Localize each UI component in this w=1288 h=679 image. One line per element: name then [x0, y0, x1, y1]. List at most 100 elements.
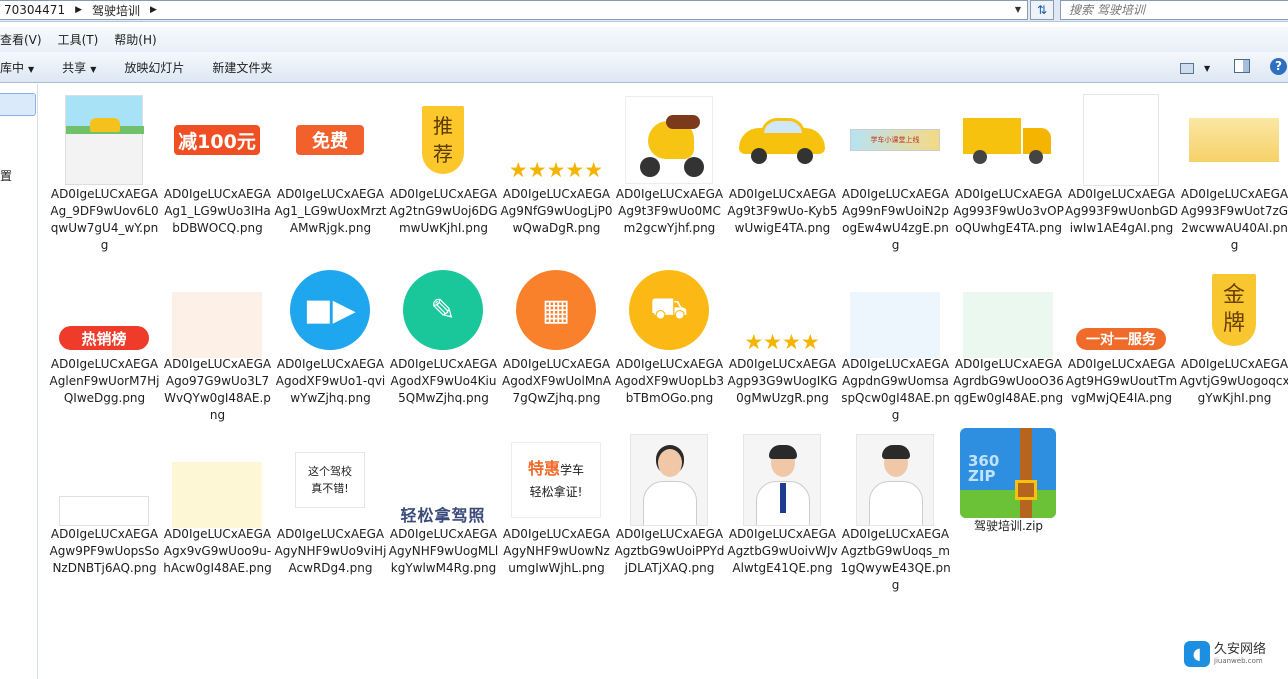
file-thumbnail: 这个驾校 真不错! [282, 432, 378, 528]
file-name: AD0IgeLUCxAEGAAgyNHF9wUogMLlkgYwlwM4Rg.p… [388, 527, 499, 575]
special-offer-image: 特惠学车 轻松拿证! [511, 442, 601, 518]
peach-background-image [172, 292, 262, 358]
file-item[interactable]: 学车小课堂上线 AD0IgeLUCxAEGAAg99nF9wUoiN2pogEw… [839, 84, 952, 254]
menu-help[interactable]: 帮助(H) [106, 31, 164, 48]
hot-sale-banner: 热销榜 [59, 326, 149, 350]
file-thumbnail: 一对一服务 [1073, 262, 1169, 358]
file-item[interactable]: AD0IgeLUCxAEGAAgrdbG9wUooO36qgEw0gI48AE.… [952, 254, 1065, 424]
file-item[interactable]: 360 ZIP 驾驶培训.zip [952, 424, 1065, 594]
file-item[interactable]: 金牌 AD0IgeLUCxAEGAAgvtjG9wUogoqcxgYwKjhI.… [1178, 254, 1288, 424]
file-name: AD0IgeLUCxAEGAAgztbG9wUoivWJvAlwtgE41QE.… [727, 527, 838, 575]
refresh-button[interactable]: ⇅ [1030, 0, 1054, 20]
free-banner: 免费 [296, 125, 364, 155]
file-item[interactable]: AD0IgeLUCxAEGAAgw9PF9wUopsSoNzDNBTj6AQ.p… [48, 424, 161, 594]
file-thumbnail [960, 92, 1056, 188]
change-view-button[interactable]: ▼ [1180, 59, 1216, 77]
breadcrumb-current[interactable]: 驾驶培训 [88, 2, 144, 19]
badge-text: 金 [1222, 283, 1245, 308]
include-in-library-button[interactable]: 库中 ▼ [0, 59, 48, 76]
instructor-photo [630, 434, 708, 526]
file-item[interactable]: 热销榜 AD0IgeLUCxAEGAAglenF9wUorM7HjQIweDgg… [48, 254, 161, 424]
slideshow-button[interactable]: 放映幻灯片 [110, 59, 198, 76]
file-item[interactable]: ■▶ AD0IgeLUCxAEGAAgodXF9wUo1-qviwYwZjhq.… [274, 254, 387, 424]
chevron-down-icon: ▼ [90, 64, 97, 74]
file-item[interactable]: AD0IgeLUCxAEGAAg993F9wUo3vOPoQUwhgE4TA.p… [952, 84, 1065, 254]
cream-background-image [172, 462, 262, 528]
file-thumbnail: 360 ZIP [960, 424, 1056, 520]
file-name: AD0IgeLUCxAEGAAgztbG9wUoqs_m1gQwywE43QE.… [840, 527, 951, 592]
file-name: AD0IgeLUCxAEGAAgvtjG9wUogoqcxgYwKjhI.png [1179, 357, 1288, 405]
file-name: AD0IgeLUCxAEGAAg1_LG9wUoxMrztAMwRjgk.png [274, 187, 387, 235]
file-item[interactable]: AD0IgeLUCxAEGAAgx9vG9wUoo9u-hAcw0gI48AE.… [161, 424, 274, 594]
file-item[interactable]: ▦ AD0IgeLUCxAEGAAgodXF9wUolMnA7gQwZjhq.p… [500, 254, 613, 424]
quote-note-image: 这个驾校 真不错! [295, 452, 365, 508]
view-icon [1180, 62, 1194, 74]
file-item[interactable]: 一对一服务 AD0IgeLUCxAEGAAgt9HG9wUoutTmvgMwjQ… [1065, 254, 1178, 424]
file-item[interactable]: 这个驾校 真不错! AD0IgeLUCxAEGAAgyNHF9wUo9viHjAc… [274, 424, 387, 594]
breadcrumb-arrow-icon[interactable]: ▶ [144, 5, 163, 15]
nav-item-label[interactable]: 置 [0, 167, 12, 184]
file-thumbnail: 特惠学车 轻松拿证! [508, 432, 604, 528]
file-thumbnail [960, 262, 1056, 358]
chevron-down-icon: ▼ [1204, 63, 1211, 73]
file-name: AD0IgeLUCxAEGAAgp93G9wUogIKG0gMwUzgR.png [727, 357, 838, 405]
file-item[interactable]: AD0IgeLUCxAEGAAg9t3F9wUo0MCm2gcwYjhf.png [613, 84, 726, 254]
file-item[interactable]: 减100元 AD0IgeLUCxAEGAAg1_LG9wUo3IHabDBWOC… [161, 84, 274, 254]
gold-plate-image [1189, 118, 1279, 162]
easy-license-text-image: 轻松拿驾照 [400, 506, 486, 525]
new-folder-button[interactable]: 新建文件夹 [198, 59, 286, 76]
breadcrumb-arrow-icon[interactable]: ▶ [69, 5, 88, 15]
file-name: AD0IgeLUCxAEGAAglenF9wUorM7HjQIweDgg.png [49, 357, 160, 405]
file-item[interactable]: ✎ AD0IgeLUCxAEGAAgodXF9wUo4Kiu5QMwZjhq.p… [387, 254, 500, 424]
file-item[interactable]: AD0IgeLUCxAEGAAg993F9wUot7zG2wcwwAU40AI.… [1178, 84, 1288, 254]
address-bar[interactable]: 70304471 ▶ 驾驶培训 ▶ ▼ [0, 0, 1028, 20]
banner-strip-image: 学车小课堂上线 [850, 129, 940, 151]
share-button[interactable]: 共享 ▼ [48, 59, 110, 76]
preview-pane-button[interactable] [1234, 59, 1250, 73]
zip-archive-icon: 360 ZIP [960, 424, 1056, 520]
menu-view[interactable]: 查看(V) [0, 31, 50, 48]
file-thumbnail: ■▶ [282, 262, 378, 358]
badge-text: 荐 [433, 142, 453, 166]
file-item[interactable]: 免费 AD0IgeLUCxAEGAAg1_LG9wUoxMrztAMwRjgk.… [274, 84, 387, 254]
help-icon: ? [1275, 59, 1282, 73]
edit-note-icon: ✎ [403, 270, 483, 350]
command-bar: 库中 ▼ 共享 ▼ 放映幻灯片 新建文件夹 ▼ ? [0, 52, 1288, 83]
file-name: AD0IgeLUCxAEGAAgztbG9wUoiPPYdjDLATjXAQ.p… [614, 527, 725, 575]
file-item[interactable]: AD0IgeLUCxAEGAAg9t3F9wUo-Kyb5wUwigE4TA.p… [726, 84, 839, 254]
file-item[interactable]: AD0IgeLUCxAEGAAg993F9wUonbGDiwIw1AE4gAI.… [1065, 84, 1178, 254]
file-name: AD0IgeLUCxAEGAAgodXF9wUolMnA7gQwZjhq.png [502, 357, 611, 405]
file-item[interactable]: 特惠学车 轻松拿证! AD0IgeLUCxAEGAAgyNHF9wUowNzum… [500, 424, 613, 594]
badge-text: 牌 [1222, 311, 1245, 336]
file-thumbnail: 减100元 [169, 92, 265, 188]
file-item[interactable]: AD0IgeLUCxAEGAAgpdnG9wUomsaspQcw0gI48AE.… [839, 254, 952, 424]
file-name: AD0IgeLUCxAEGAAg993F9wUot7zG2wcwwAU40AI.… [1180, 187, 1288, 252]
file-item[interactable]: ⛟ AD0IgeLUCxAEGAAgodXF9wUopLb3bTBmOGo.pn… [613, 254, 726, 424]
file-name: AD0IgeLUCxAEGAAg99nF9wUoiN2pogEw4wU4zgE.… [841, 187, 950, 252]
help-button[interactable]: ? [1270, 58, 1287, 75]
file-item[interactable]: AD0IgeLUCxAEGAAgztbG9wUoivWJvAlwtgE41QE.… [726, 424, 839, 594]
address-dropdown-icon[interactable]: ▼ [1011, 2, 1025, 18]
badge-text: 推 [433, 114, 453, 138]
file-item[interactable]: AD0IgeLUCxAEGAAg_9DF9wUov6L0qwUw7gU4_wY.… [48, 84, 161, 254]
file-name: AD0IgeLUCxAEGAAgyNHF9wUowNzumgIwWjhL.png [502, 527, 611, 575]
file-item[interactable]: AD0IgeLUCxAEGAAgztbG9wUoiPPYdjDLATjXAQ.p… [613, 424, 726, 594]
file-item[interactable]: 轻松拿驾照 AD0IgeLUCxAEGAAgyNHF9wUogMLlkgYwlw… [387, 424, 500, 594]
navigation-pane[interactable]: 置 [0, 84, 38, 679]
menu-tools[interactable]: 工具(T) [50, 31, 107, 48]
scooter-image [625, 96, 713, 184]
file-item[interactable]: 推荐 AD0IgeLUCxAEGAAg2tnG9wUoj6DGmwUwKjhI.… [387, 84, 500, 254]
file-thumbnail: 热销榜 [56, 262, 152, 358]
nav-selected-item[interactable] [0, 93, 36, 116]
file-item[interactable]: ★★★★ AD0IgeLUCxAEGAAgp93G9wUogIKG0gMwUzg… [726, 254, 839, 424]
breadcrumb-root[interactable]: 70304471 [0, 3, 69, 17]
file-item[interactable]: ★★★★★ AD0IgeLUCxAEGAAg9NfG9wUogLjP0wQwaD… [500, 84, 613, 254]
file-item[interactable]: AD0IgeLUCxAEGAAgo97G9wUo3L7WvQYw0gI48AE.… [161, 254, 274, 424]
search-input[interactable] [1061, 1, 1288, 19]
file-thumbnail: ⛟ [621, 262, 717, 358]
car-icon: ⛟ [629, 270, 709, 350]
file-name: AD0IgeLUCxAEGAAg993F9wUo3vOPoQUwhgE4TA.p… [953, 187, 1064, 235]
file-name: AD0IgeLUCxAEGAAg9t3F9wUo0MCm2gcwYjhf.png [615, 187, 724, 235]
search-box[interactable] [1060, 0, 1288, 20]
file-item[interactable]: AD0IgeLUCxAEGAAgztbG9wUoqs_m1gQwywE43QE.… [839, 424, 952, 594]
